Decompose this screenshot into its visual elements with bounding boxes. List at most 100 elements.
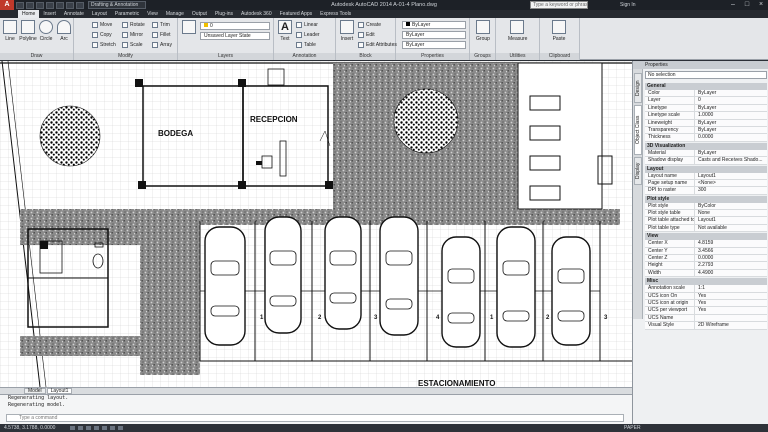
property-row[interactable]: Linetype scale 1.0000 xyxy=(645,112,767,120)
property-row[interactable]: Lineweight ByLayer xyxy=(645,119,767,127)
property-row[interactable]: Plot style ByColor xyxy=(645,202,767,211)
property-value[interactable]: 0.0000 xyxy=(695,134,767,140)
property-value[interactable]: Casts and Receives Shado... xyxy=(695,157,767,163)
property-row[interactable]: UCS icon at origin Yes xyxy=(645,299,767,308)
property-row[interactable]: UCS icon On Yes xyxy=(645,292,767,300)
table-button[interactable]: Table xyxy=(296,41,316,49)
property-value[interactable]: Layout1 xyxy=(695,173,767,179)
mirror-button[interactable]: Mirror xyxy=(122,31,143,39)
otrack-toggle-icon[interactable] xyxy=(110,426,115,430)
layer-combo[interactable]: 0 xyxy=(200,22,270,30)
property-value[interactable]: 4.8159 xyxy=(695,240,767,246)
property-value[interactable]: Yes xyxy=(695,293,767,299)
property-value[interactable]: ByLayer xyxy=(695,150,767,156)
property-row[interactable]: Plot table attached to Layout1 xyxy=(645,217,767,225)
annotation-panel-label[interactable]: Annotation xyxy=(274,53,335,60)
osnap-toggle-icon[interactable] xyxy=(102,426,107,430)
rotate-button[interactable]: Rotate xyxy=(122,21,145,29)
saveas-icon[interactable] xyxy=(46,1,54,9)
property-value[interactable]: 0 xyxy=(695,97,767,103)
undo-icon[interactable] xyxy=(66,1,74,9)
property-row[interactable]: Plot style table None xyxy=(645,210,767,218)
property-section-header[interactable]: 3D Visualization xyxy=(645,142,767,150)
property-row[interactable]: Height 2.2793 xyxy=(645,262,767,270)
property-value[interactable]: ByLayer xyxy=(695,90,767,96)
property-value[interactable]: 1.0000 xyxy=(695,112,767,118)
minimize-button[interactable]: – xyxy=(726,0,740,10)
linetype-combo[interactable]: ByLayer xyxy=(402,41,466,49)
new-icon[interactable] xyxy=(16,1,24,9)
tab-featured-apps[interactable]: Featured Apps xyxy=(276,10,317,18)
tab-home[interactable]: Home xyxy=(18,10,40,18)
property-row[interactable]: UCS per viewport Yes xyxy=(645,307,767,315)
create-block-button[interactable]: Create xyxy=(358,21,381,29)
tab-parametric[interactable]: Parametric xyxy=(111,10,143,18)
property-row[interactable]: Material ByLayer xyxy=(645,149,767,158)
tab-autodesk-360[interactable]: Autodesk 360 xyxy=(237,10,276,18)
move-button[interactable]: Move xyxy=(92,21,112,29)
utilities-panel-label[interactable]: Utilities xyxy=(496,53,539,60)
polyline-button[interactable]: Polyline xyxy=(19,20,37,42)
property-value[interactable]: Yes xyxy=(695,307,767,313)
drawing-canvas[interactable]: BODEGA RECEPCION ESTACIONAMIENTO 1 2 3 4… xyxy=(0,61,632,387)
trim-button[interactable]: Trim xyxy=(152,21,170,29)
property-row[interactable]: Plot table type Not available xyxy=(645,224,767,233)
tab-output[interactable]: Output xyxy=(188,10,211,18)
sign-in-button[interactable]: Sign In xyxy=(620,2,636,8)
save-icon[interactable] xyxy=(36,1,44,9)
property-row[interactable]: Center Y 3.4566 xyxy=(645,247,767,256)
layer-properties-button[interactable] xyxy=(180,20,198,34)
side-tab-object-class[interactable]: Object Class xyxy=(634,105,642,155)
groups-panel-label[interactable]: Groups xyxy=(470,53,495,60)
property-section-header[interactable]: General xyxy=(645,83,767,90)
properties-panel-label[interactable]: Properties xyxy=(396,53,469,60)
tab-express-tools[interactable]: Express Tools xyxy=(316,10,355,18)
property-value[interactable]: None xyxy=(695,210,767,216)
group-button[interactable]: Group xyxy=(474,20,492,42)
property-row[interactable]: Center X 4.8159 xyxy=(645,240,767,248)
workspace-select[interactable]: Drafting & Annotation xyxy=(88,1,146,9)
property-row[interactable]: Linetype ByLayer xyxy=(645,104,767,113)
layers-panel-label[interactable]: Layers xyxy=(178,53,273,60)
property-row[interactable]: DPI to raster 300 xyxy=(645,187,767,195)
selection-combo[interactable]: No selection xyxy=(645,71,767,79)
array-button[interactable]: Array xyxy=(152,41,172,49)
property-row[interactable]: Width 4.4900 xyxy=(645,269,767,278)
leader-button[interactable]: Leader xyxy=(296,31,320,39)
property-value[interactable]: ByColor xyxy=(695,203,767,209)
property-row[interactable]: UCS Name xyxy=(645,314,767,323)
lineweight-combo[interactable]: ByLayer xyxy=(402,31,466,39)
property-value[interactable]: ByLayer xyxy=(695,127,767,133)
fillet-button[interactable]: Fillet xyxy=(152,31,171,39)
paper-space-toggle[interactable]: PAPER xyxy=(624,424,641,432)
property-section-header[interactable]: Layout xyxy=(645,165,767,173)
snap-toggle-icon[interactable] xyxy=(78,426,83,430)
property-row[interactable]: Thickness 0.0000 xyxy=(645,134,767,142)
property-row[interactable]: Visual Style 2D Wireframe xyxy=(645,322,767,330)
property-value[interactable]: 1:1 xyxy=(695,285,767,291)
copy-button[interactable]: Copy xyxy=(92,31,112,39)
paste-button[interactable]: Paste xyxy=(550,20,568,42)
tab-insert[interactable]: Insert xyxy=(39,10,60,18)
draw-panel-label[interactable]: Draw xyxy=(0,53,73,60)
property-value[interactable]: 2D Wireframe xyxy=(695,322,767,328)
tab-manage[interactable]: Manage xyxy=(162,10,188,18)
close-button[interactable]: × xyxy=(754,0,768,10)
measure-button[interactable]: Measure xyxy=(508,20,527,42)
property-section-header[interactable]: Misc xyxy=(645,278,767,286)
property-value[interactable]: ByLayer xyxy=(695,120,767,126)
tab-plugins[interactable]: Plug-ins xyxy=(211,10,237,18)
tab-layout[interactable]: Layout xyxy=(88,10,111,18)
property-row[interactable]: Color ByLayer xyxy=(645,90,767,98)
side-tab-design[interactable]: Design xyxy=(634,73,642,103)
color-combo[interactable]: ByLayer xyxy=(402,21,466,29)
modify-panel-label[interactable]: Modify xyxy=(74,53,177,60)
property-value[interactable]: 300 xyxy=(695,187,767,193)
insert-button[interactable]: Insert xyxy=(338,20,356,42)
line-button[interactable]: Line xyxy=(1,20,19,42)
property-value[interactable]: 2.2793 xyxy=(695,262,767,268)
lineweight-toggle-icon[interactable] xyxy=(118,426,123,430)
property-value[interactable]: Not available xyxy=(695,225,767,231)
property-section-header[interactable]: View xyxy=(645,233,767,241)
property-section-header[interactable]: Plot style xyxy=(645,195,767,203)
